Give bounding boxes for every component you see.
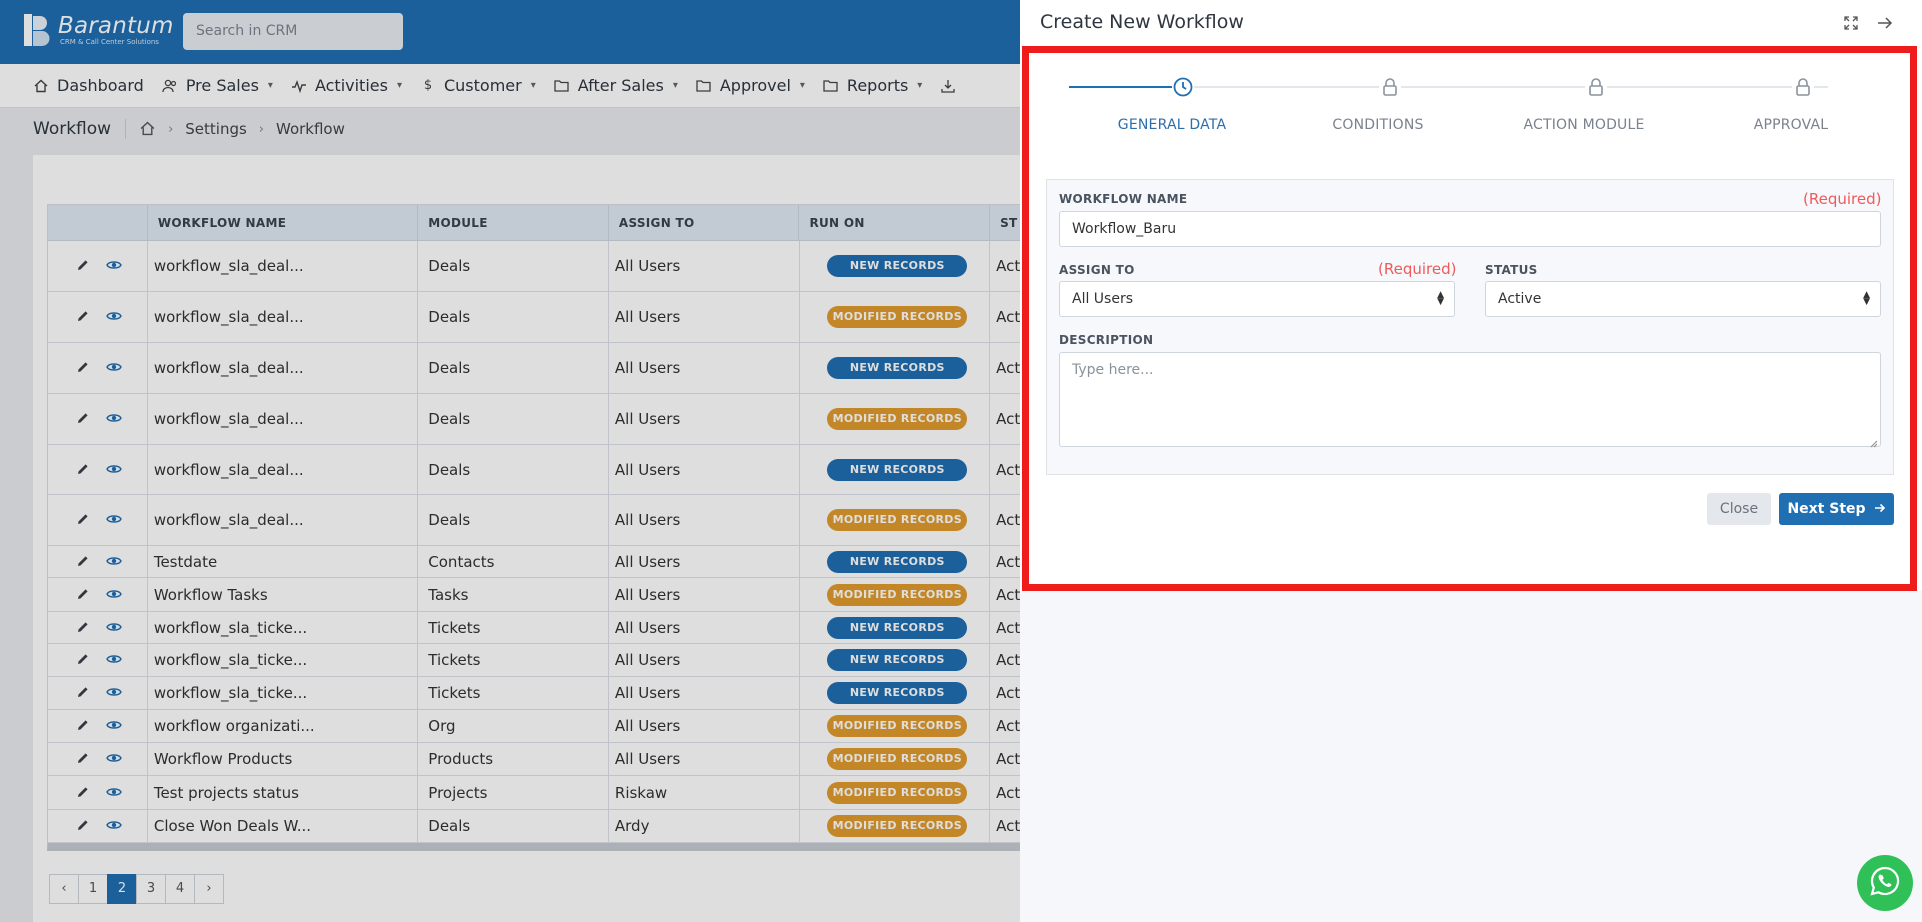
resize-handle-icon[interactable] — [1870, 436, 1878, 448]
workflow-name-required: (Required) — [1803, 190, 1882, 208]
whatsapp-icon — [1868, 864, 1902, 902]
status-label: STATUS — [1485, 263, 1538, 277]
expand-icon[interactable] — [1842, 14, 1860, 32]
assign-to-required: (Required) — [1378, 260, 1457, 278]
description-placeholder: Type here... — [1072, 362, 1154, 378]
status-value: Active — [1498, 291, 1542, 307]
select-arrows-icon: ▲ ▼ — [1437, 290, 1444, 307]
panel-header: Create New Workflow — [1020, 0, 1922, 46]
lock-icon — [1379, 76, 1401, 98]
workflow-name-input[interactable]: Workflow_Baru — [1059, 211, 1881, 247]
assign-to-label: ASSIGN TO — [1059, 263, 1135, 277]
lock-icon — [1585, 76, 1607, 98]
arrow-right-icon[interactable] — [1875, 13, 1895, 33]
next-step-label: Next Step — [1787, 501, 1866, 517]
workflow-name-label: WORKFLOW NAME — [1059, 192, 1188, 206]
step-progress-line — [1069, 86, 1182, 88]
clock-icon[interactable] — [1172, 76, 1194, 98]
select-arrows-icon: ▲ ▼ — [1863, 290, 1870, 307]
lock-icon — [1792, 76, 1814, 98]
whatsapp-button[interactable] — [1857, 855, 1913, 911]
step-general-data[interactable]: GENERAL DATA — [1092, 117, 1252, 133]
modal-backdrop[interactable] — [0, 0, 1020, 922]
panel-lower-area — [1020, 591, 1922, 922]
panel-title: Create New Workflow — [1040, 11, 1244, 33]
next-step-button[interactable]: Next Step — [1779, 493, 1894, 525]
assign-to-select[interactable]: All Users ▲ ▼ — [1059, 281, 1455, 317]
workflow-stepper: GENERAL DATA CONDITIONS ACTION MODULE AP… — [1069, 76, 1829, 136]
description-textarea[interactable]: Type here... — [1059, 352, 1881, 448]
step-approval: APPROVAL — [1753, 117, 1829, 133]
arrow-right-icon — [1874, 501, 1886, 517]
step-conditions: CONDITIONS — [1332, 117, 1424, 133]
assign-to-value: All Users — [1072, 291, 1134, 307]
step-track-line — [1182, 86, 1828, 88]
step-action-module: ACTION MODULE — [1523, 117, 1645, 133]
status-select[interactable]: Active ▲ ▼ — [1485, 281, 1881, 317]
description-label: DESCRIPTION — [1059, 333, 1154, 347]
close-button[interactable]: Close — [1707, 493, 1771, 525]
